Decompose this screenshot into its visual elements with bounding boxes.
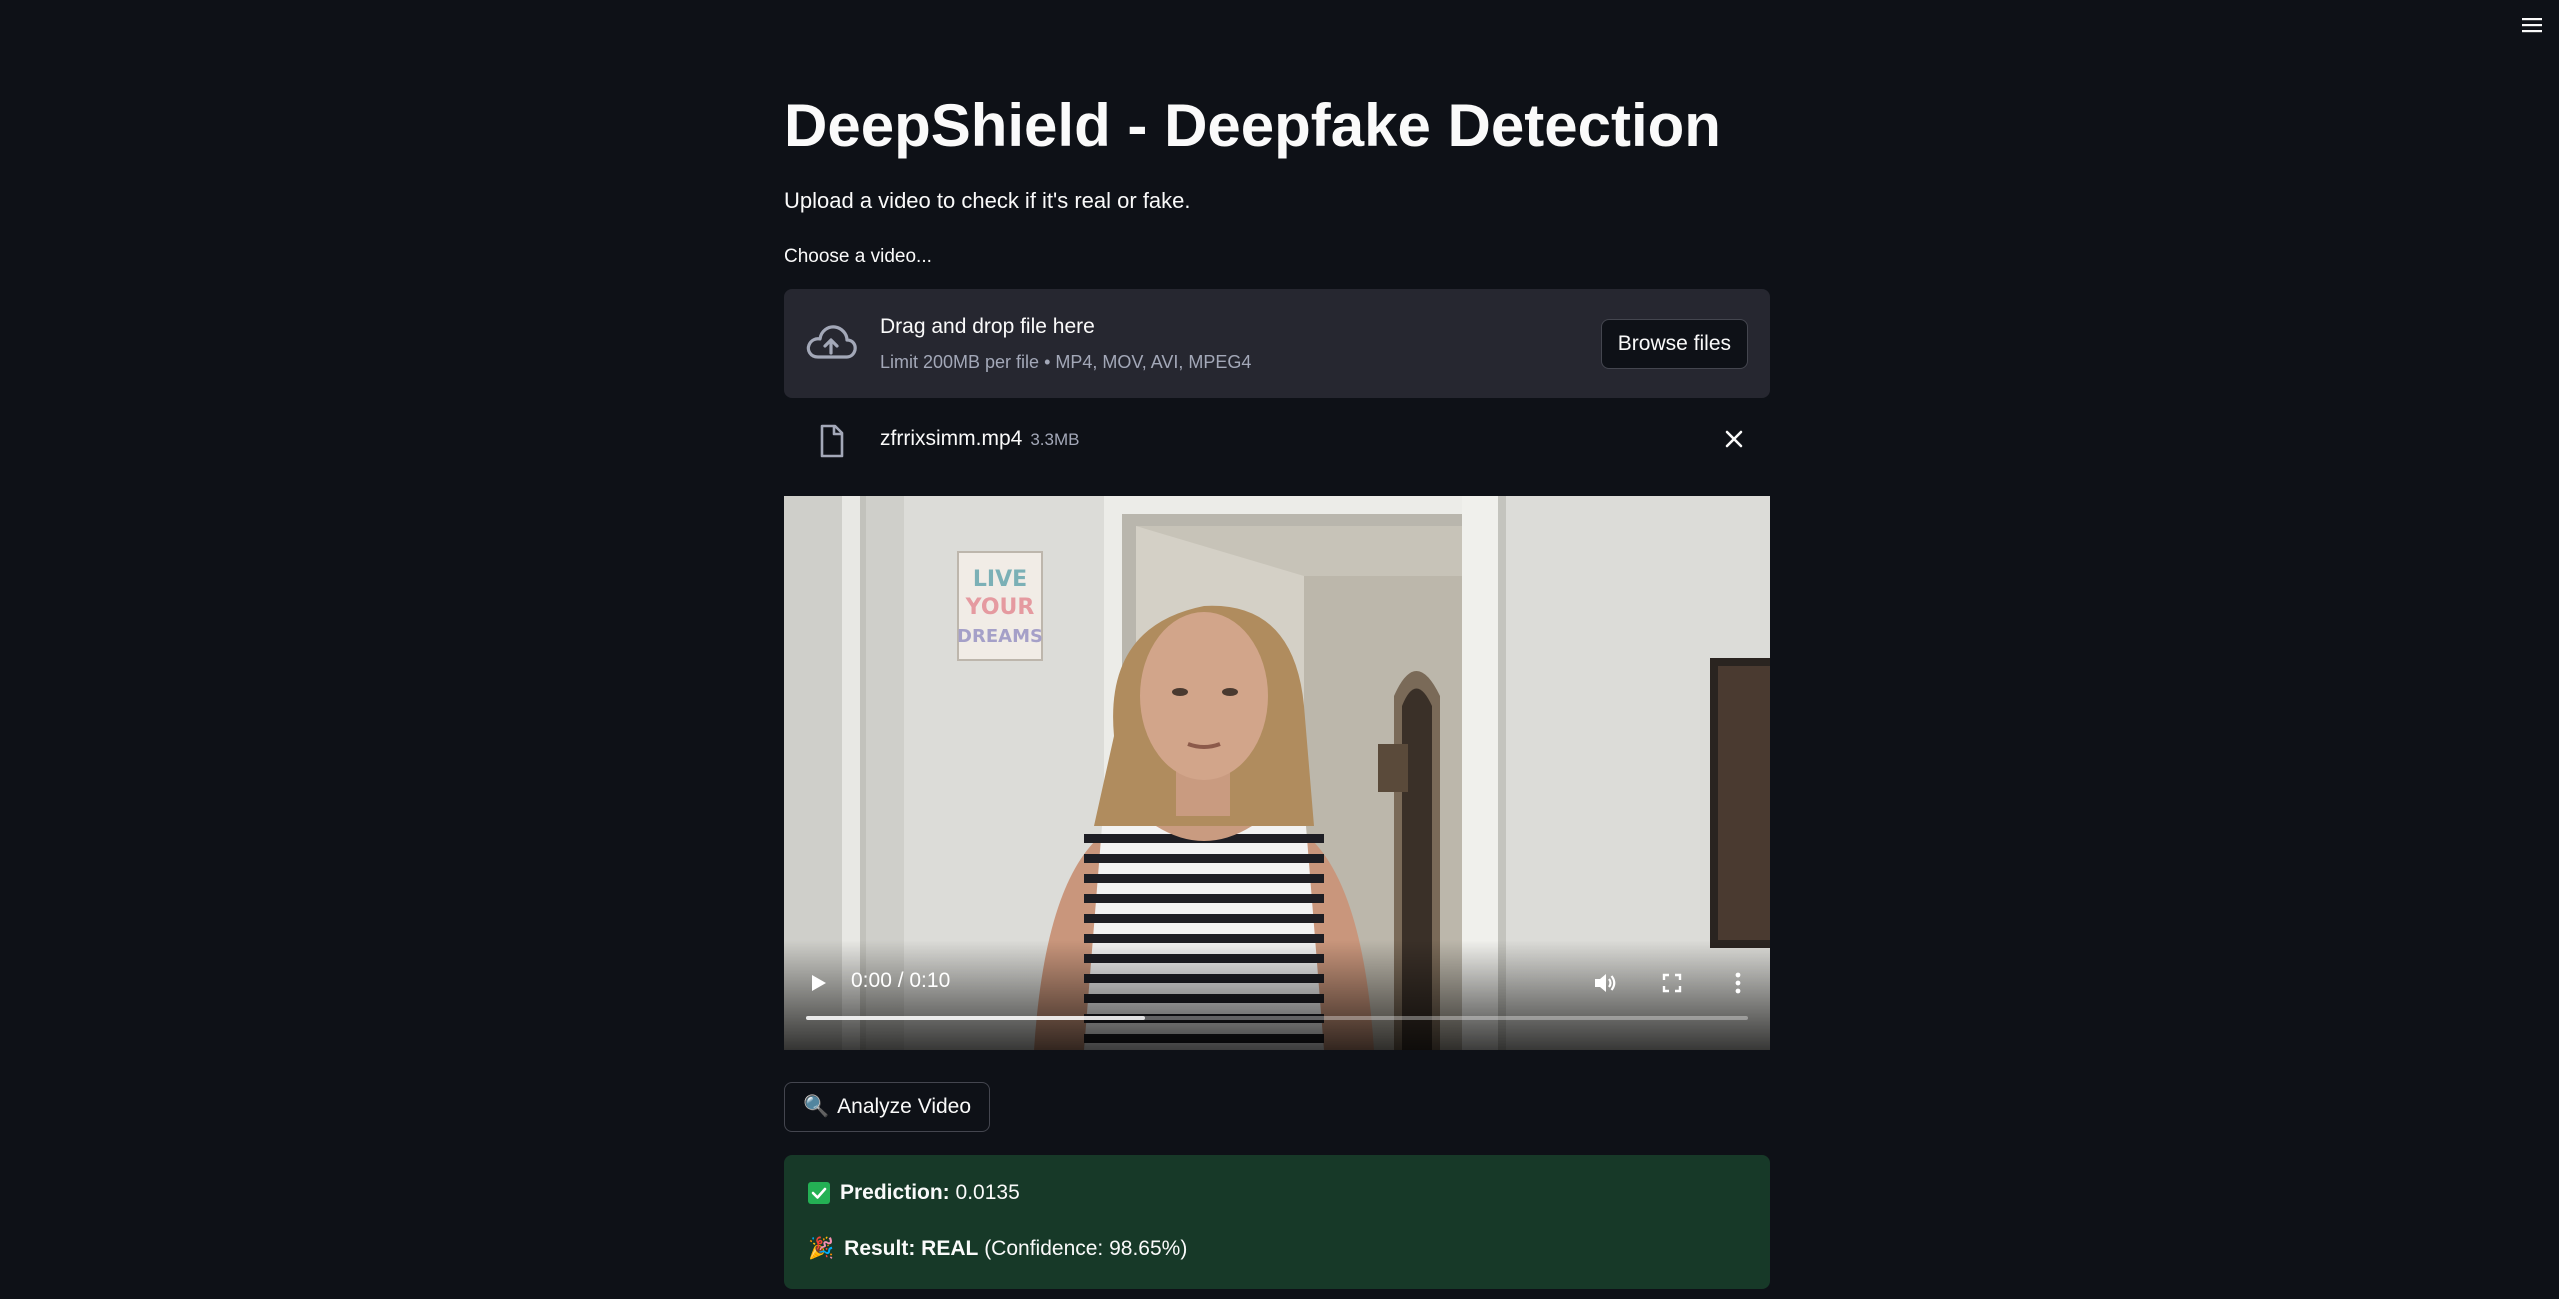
prediction-line: Prediction: 0.0135	[808, 1181, 1020, 1205]
dropzone-limit: Limit 200MB per file • MP4, MOV, AVI, MP…	[880, 352, 1252, 372]
poster-text-line-3: DREAMS	[957, 626, 1043, 647]
analyze-video-label: Analyze Video	[837, 1095, 972, 1118]
poster-text-line-1: LIVE	[973, 567, 1027, 592]
check-icon	[808, 1182, 830, 1204]
party-popper-icon: 🎉	[808, 1237, 835, 1260]
browse-files-button[interactable]: Browse files	[1600, 319, 1748, 369]
analyze-video-button[interactable]: 🔍 Analyze Video	[784, 1082, 991, 1132]
poster-text-line-2: YOUR	[965, 595, 1035, 620]
file-name-text: zfrrixsimm.mp4	[880, 427, 1023, 450]
video-seek-bar[interactable]	[806, 1016, 1748, 1020]
prediction-label: Prediction:	[840, 1181, 950, 1204]
file-icon	[820, 424, 844, 458]
volume-icon[interactable]	[1592, 970, 1618, 996]
video-buffered-bar	[806, 1016, 1146, 1020]
video-player[interactable]: LIVE YOUR DREAMS 0:00 / 0:10	[784, 496, 1770, 1050]
hamburger-icon[interactable]	[2521, 14, 2543, 36]
fullscreen-icon[interactable]	[1660, 971, 1684, 995]
file-name: zfrrixsimm.mp4 3.3MB	[880, 427, 1079, 451]
magnifier-icon: 🔍	[803, 1095, 830, 1118]
prediction-value: 0.0135	[955, 1181, 1020, 1204]
page-subtitle: Upload a video to check if it's real or …	[784, 188, 1191, 213]
close-icon[interactable]	[1720, 425, 1748, 453]
more-vertical-icon[interactable]	[1726, 970, 1750, 996]
uploaded-file-row: zfrrixsimm.mp4 3.3MB	[784, 415, 1770, 465]
confidence-text: (Confidence: 98.65%)	[984, 1237, 1188, 1260]
page-title: DeepShield - Deepfake Detection	[784, 92, 1721, 159]
file-size: 3.3MB	[1030, 430, 1080, 449]
dropzone-instructions: Drag and drop file here	[880, 315, 1095, 338]
file-dropzone[interactable]: Drag and drop file here Limit 200MB per …	[784, 289, 1770, 398]
video-time: 0:00 / 0:10	[851, 969, 951, 992]
result-line: 🎉 Result: REAL (Confidence: 98.65%)	[808, 1237, 1187, 1261]
cloud-upload-icon	[806, 325, 857, 359]
result-label: Result: REAL	[844, 1237, 979, 1260]
result-alert: Prediction: 0.0135 🎉 Result: REAL (Confi…	[784, 1155, 1770, 1289]
video-controls-overlay	[784, 940, 1770, 1050]
play-icon[interactable]	[806, 971, 830, 995]
uploader-label: Choose a video...	[784, 246, 932, 267]
